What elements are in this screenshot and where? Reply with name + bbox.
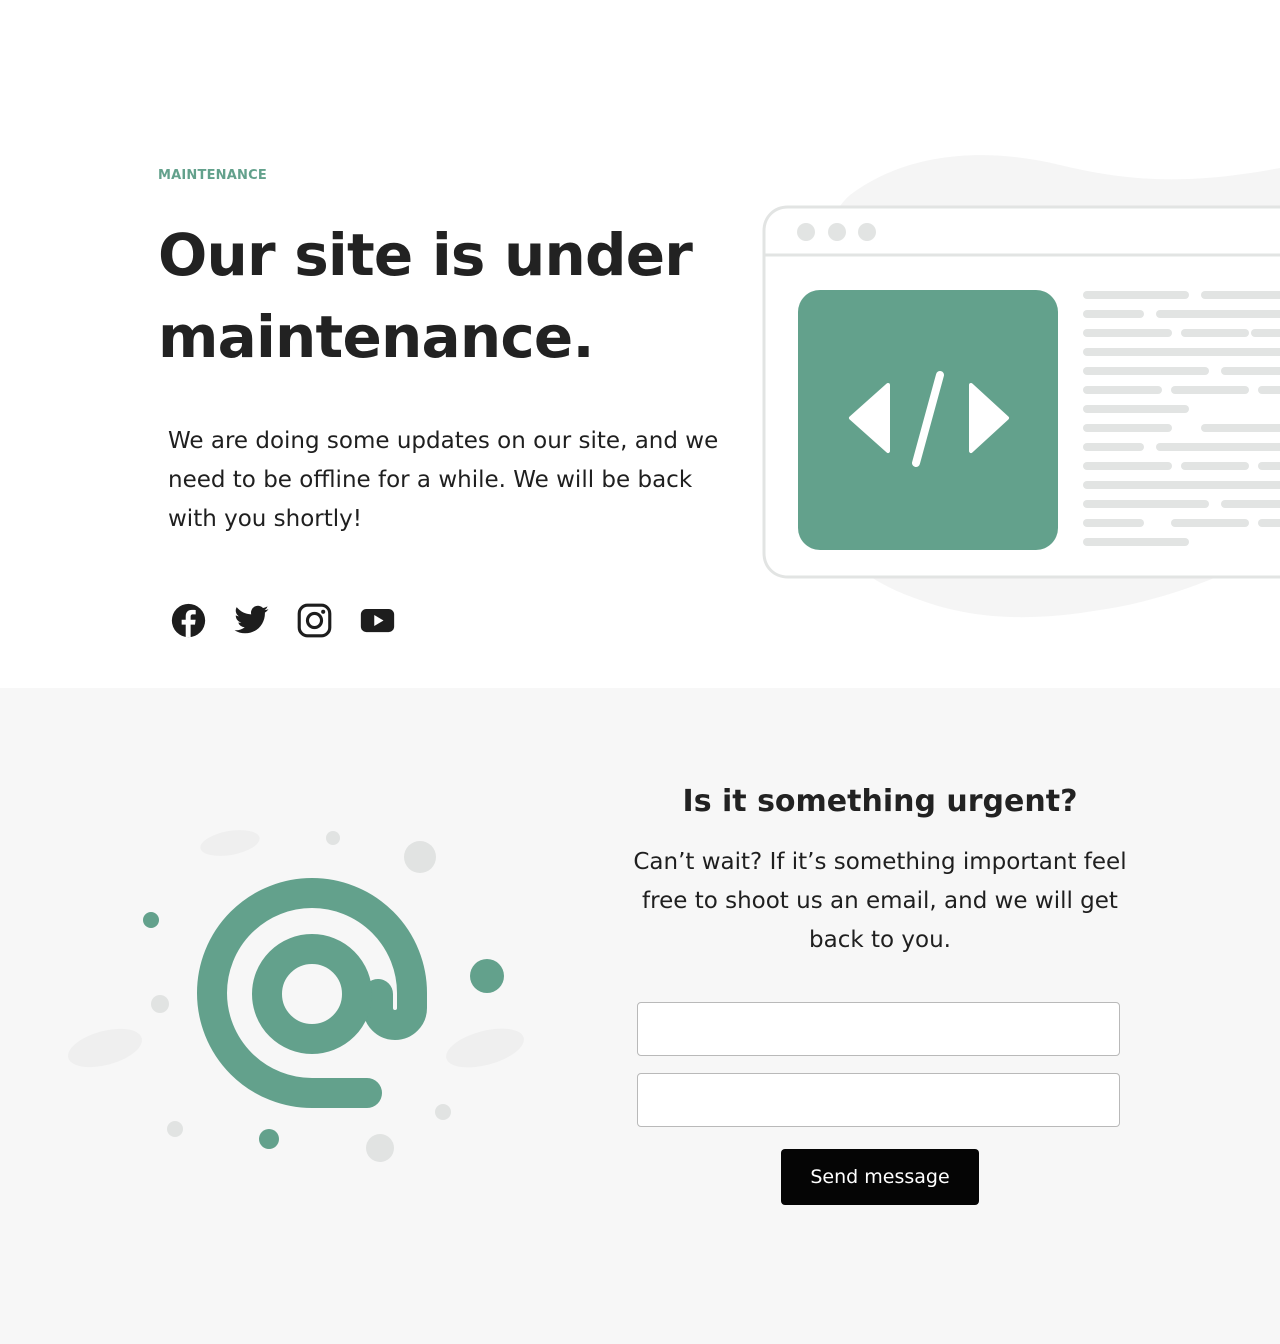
instagram-icon [297,603,332,638]
contact-heading: Is it something urgent? [682,784,1078,819]
contact-field-1[interactable] [637,1002,1120,1056]
at-sign-illustration [68,830,524,1162]
facebook-link[interactable] [170,602,207,639]
twitter-icon [234,605,269,634]
youtube-icon [360,608,395,633]
social-links [170,602,396,639]
code-window-illustration [762,155,1280,618]
page-title: Our site is under maintenance. [158,221,693,371]
maintenance-eyebrow: MAINTENANCE [158,168,267,183]
contact-description: Can’t wait? If it’s something important … [633,849,1127,953]
youtube-link[interactable] [359,602,396,639]
instagram-link[interactable] [296,602,333,639]
facebook-icon [171,603,206,638]
maintenance-hero: MAINTENANCE Our site is under maintenanc… [0,0,1280,688]
contact-field-2[interactable] [637,1073,1120,1127]
contact-section: Is it something urgent? Can’t wait? If i… [0,688,1280,1344]
maintenance-description: We are doing some updates on our site, a… [168,428,719,532]
send-message-button[interactable]: Send message [781,1149,979,1205]
twitter-link[interactable] [233,602,270,639]
